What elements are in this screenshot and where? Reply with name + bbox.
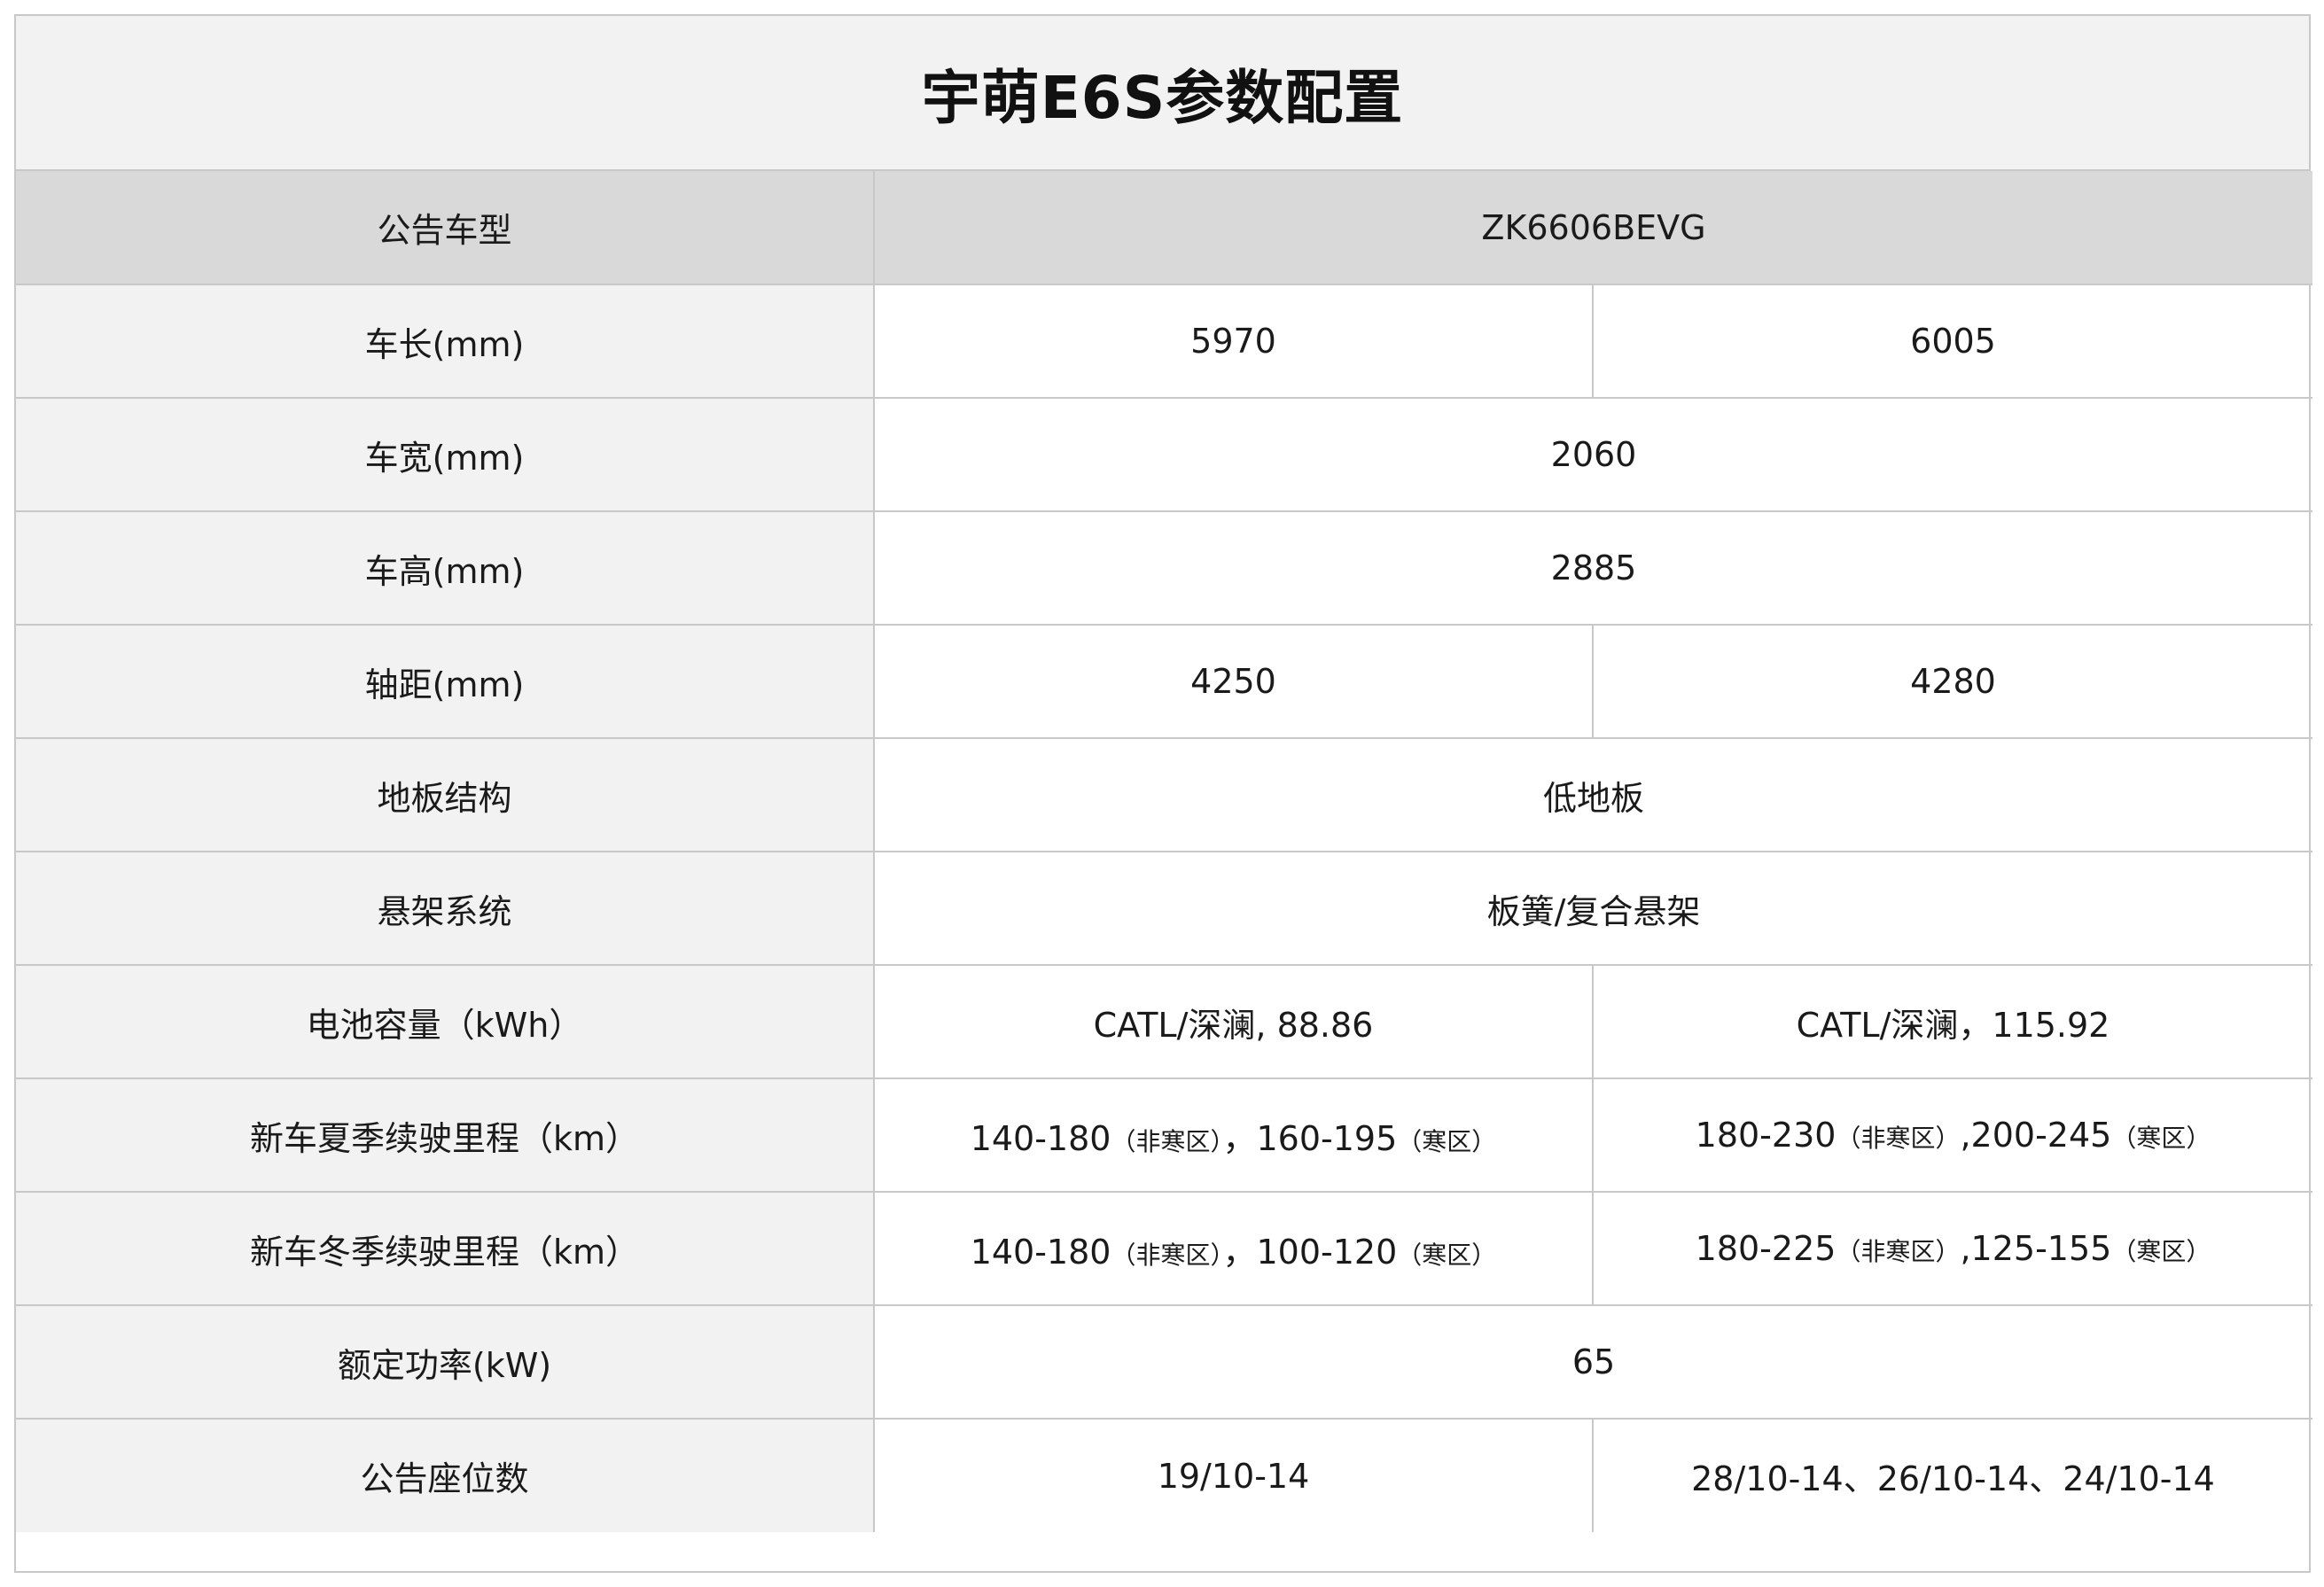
cell-value: CATL/深澜，115.92 xyxy=(1592,964,2312,1079)
range-note: （非寒区） xyxy=(1111,1240,1223,1270)
cell-value: 19/10-14 xyxy=(873,1418,1594,1532)
range-note: （非寒区） xyxy=(1836,1237,1961,1266)
table-row: 地板结构 低地板 xyxy=(16,737,2312,852)
spec-table: 公告车型 ZK6606BEVG 车长(mm) 5970 6005 车宽(mm) … xyxy=(16,171,2312,1532)
cell-value: 140-180（非寒区），100-120（寒区） xyxy=(873,1191,1594,1306)
cell-value: 低地板 xyxy=(873,737,2312,852)
table-row: 新车冬季续驶里程（km） 140-180（非寒区），100-120（寒区） 18… xyxy=(16,1191,2312,1306)
table-row: 新车夏季续驶里程（km） 140-180（非寒区），160-195（寒区） 18… xyxy=(16,1077,2312,1193)
cell-value: 2885 xyxy=(873,510,2312,626)
row-label-wheelbase: 轴距(mm) xyxy=(16,624,875,739)
table-row: 轴距(mm) 4250 4280 xyxy=(16,624,2312,739)
table-row: 车高(mm) 2885 xyxy=(16,510,2312,626)
row-label-length: 车长(mm) xyxy=(16,284,875,399)
table-row: 车长(mm) 5970 6005 xyxy=(16,284,2312,399)
range-note: （寒区） xyxy=(2111,1124,2211,1153)
range-value: 160-195 xyxy=(1256,1118,1398,1158)
cell-value: 28/10-14、26/10-14、24/10-14 xyxy=(1592,1418,2312,1532)
row-label-seats: 公告座位数 xyxy=(16,1418,875,1532)
table-row: 车宽(mm) 2060 xyxy=(16,397,2312,512)
table-row: 电池容量（kWh） CATL/深澜, 88.86 CATL/深澜，115.92 xyxy=(16,964,2312,1079)
row-label-suspension: 悬架系统 xyxy=(16,851,875,966)
title-bar: 宇萌E6S参数配置 xyxy=(16,16,2309,171)
cell-value: 180-230（非寒区）,200-245（寒区） xyxy=(1592,1077,2312,1193)
row-label-winter-range: 新车冬季续驶里程（km） xyxy=(16,1191,875,1306)
row-label-height: 车高(mm) xyxy=(16,510,875,626)
range-value: 200-245 xyxy=(1970,1116,2112,1155)
range-value: 100-120 xyxy=(1256,1232,1398,1272)
cell-value: 4280 xyxy=(1592,624,2312,739)
table-header-row: 公告车型 ZK6606BEVG xyxy=(16,171,2312,285)
range-note: （寒区） xyxy=(1397,1126,1497,1156)
row-label-battery: 电池容量（kWh） xyxy=(16,964,875,1079)
cell-value: 4250 xyxy=(873,624,1594,739)
header-model-value: ZK6606BEVG xyxy=(873,171,2312,285)
range-value: 180-225 xyxy=(1695,1229,1837,1268)
cell-value: 65 xyxy=(873,1304,2312,1420)
table-row: 悬架系统 板簧/复合悬架 xyxy=(16,851,2312,966)
range-separator: , xyxy=(1960,1229,1971,1268)
range-value: 180-230 xyxy=(1695,1116,1837,1155)
table-row: 公告座位数 19/10-14 28/10-14、26/10-14、24/10-1… xyxy=(16,1418,2312,1532)
range-value: 140-180 xyxy=(970,1118,1111,1158)
range-separator: ， xyxy=(1222,1232,1257,1272)
cell-value: CATL/深澜, 88.86 xyxy=(873,964,1594,1079)
cell-value: 6005 xyxy=(1592,284,2312,399)
range-note: （寒区） xyxy=(2111,1237,2211,1266)
cell-value: 板簧/复合悬架 xyxy=(873,851,2312,966)
page-title: 宇萌E6S参数配置 xyxy=(921,63,1404,132)
row-label-rated-power: 额定功率(kW) xyxy=(16,1304,875,1420)
spec-sheet: 宇萌E6S参数配置 公告车型 ZK6606BEVG 车长(mm) 5970 60… xyxy=(14,14,2312,1573)
cell-value: 5970 xyxy=(873,284,1594,399)
table-row: 额定功率(kW) 65 xyxy=(16,1304,2312,1420)
range-separator: ， xyxy=(1222,1118,1257,1158)
cell-value: 140-180（非寒区），160-195（寒区） xyxy=(873,1077,1594,1193)
range-value: 140-180 xyxy=(970,1232,1111,1272)
row-label-width: 车宽(mm) xyxy=(16,397,875,512)
range-note: （非寒区） xyxy=(1836,1124,1961,1153)
range-note: （非寒区） xyxy=(1111,1126,1223,1156)
row-label-floor: 地板结构 xyxy=(16,737,875,852)
range-note: （寒区） xyxy=(1397,1240,1497,1270)
row-label-summer-range: 新车夏季续驶里程（km） xyxy=(16,1077,875,1193)
cell-value: 2060 xyxy=(873,397,2312,512)
cell-value: 180-225（非寒区）,125-155（寒区） xyxy=(1592,1191,2312,1306)
range-separator: , xyxy=(1960,1116,1971,1155)
header-label: 公告车型 xyxy=(16,171,875,285)
range-value: 125-155 xyxy=(1970,1229,2112,1268)
